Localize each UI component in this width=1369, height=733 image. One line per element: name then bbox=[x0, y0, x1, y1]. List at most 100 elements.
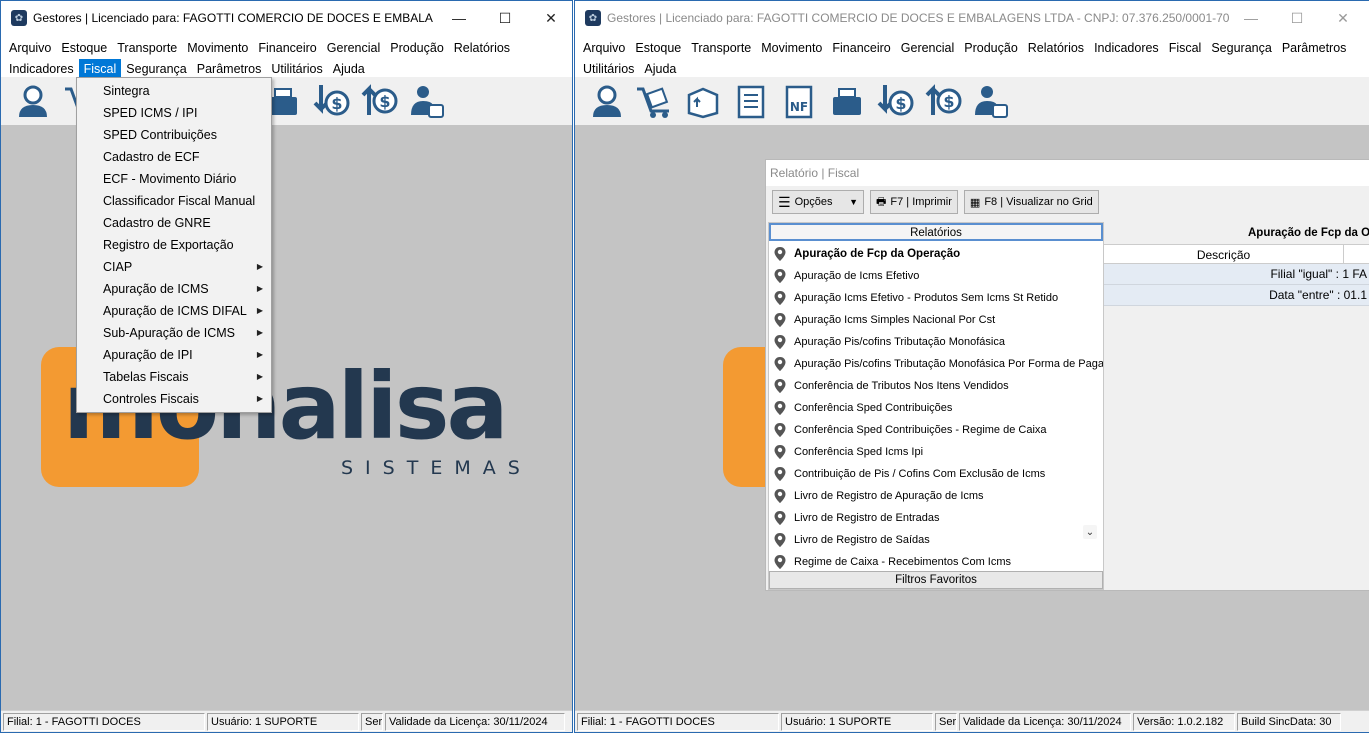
fiscal-menu-item[interactable]: Sintegra bbox=[77, 80, 271, 102]
location-pin-icon bbox=[774, 489, 786, 503]
report-list-item[interactable]: Apuração de Icms Efetivo bbox=[769, 265, 1103, 287]
report-list-item[interactable]: Apuração Pis/cofins Tributação Monofásic… bbox=[769, 353, 1103, 375]
menu-producao[interactable]: Produção bbox=[959, 38, 1023, 58]
toolbar-right-icons: $ $ bbox=[259, 79, 451, 123]
view-grid-button[interactable]: ▦ F8 | Visualizar no Grid bbox=[963, 190, 1099, 214]
fiscal-menu-item[interactable]: Apuração de ICMS DIFAL ▶ bbox=[77, 300, 271, 322]
menu-icon: ☰ bbox=[778, 193, 791, 210]
scroll-down-icon[interactable]: ⌄ bbox=[1083, 525, 1097, 539]
report-list-item[interactable]: Contribuição de Pis / Cofins Com Exclusã… bbox=[769, 463, 1103, 485]
print-button[interactable]: 🖶 F7 | Imprimir bbox=[870, 190, 958, 214]
cash-register-icon[interactable] bbox=[823, 79, 871, 123]
menu-relatorios[interactable]: Relatórios bbox=[449, 38, 515, 58]
status-server: Ser bbox=[935, 712, 957, 731]
menu-fiscal[interactable]: Fiscal bbox=[1164, 38, 1207, 58]
report-list-item[interactable]: Apuração de Fcp da Operação bbox=[769, 243, 1103, 265]
user-icon[interactable] bbox=[9, 79, 57, 123]
menu-estoque[interactable]: Estoque bbox=[56, 38, 112, 58]
menu-gerencial[interactable]: Gerencial bbox=[896, 38, 960, 58]
svg-text:NF: NF bbox=[790, 100, 808, 114]
fiscal-menu-item[interactable]: Cadastro de GNRE bbox=[77, 212, 271, 234]
report-list-item[interactable]: Livro de Registro de Saídas bbox=[769, 529, 1103, 551]
report-list-item[interactable]: Conferência de Tributos Nos Itens Vendid… bbox=[769, 375, 1103, 397]
report-list-item[interactable]: Regime de Caixa - Recebimentos Com Icms bbox=[769, 551, 1103, 571]
location-pin-icon bbox=[774, 379, 786, 393]
close-button[interactable]: ✕ bbox=[1320, 1, 1366, 35]
fiscal-menu-item[interactable]: Sub-Apuração de ICMS ▶ bbox=[77, 322, 271, 344]
menu-indicadores[interactable]: Indicadores bbox=[4, 59, 79, 79]
fiscal-menu-item[interactable]: Tabelas Fiscais ▶ bbox=[77, 366, 271, 388]
fiscal-menu-item[interactable]: Registro de Exportação bbox=[77, 234, 271, 256]
minimize-button[interactable]: — bbox=[436, 1, 482, 35]
title-bar: ✿ Gestores | Licenciado para: FAGOTTI CO… bbox=[575, 1, 1369, 35]
svg-text:$: $ bbox=[331, 94, 342, 113]
fiscal-menu-item[interactable]: CIAP ▶ bbox=[77, 256, 271, 278]
fiscal-menu-item[interactable]: SPED Contribuições bbox=[77, 124, 271, 146]
submenu-arrow-icon: ▶ bbox=[256, 284, 263, 293]
report-list-item[interactable]: Apuração Icms Efetivo - Produtos Sem Icm… bbox=[769, 287, 1103, 309]
menu-transporte[interactable]: Transporte bbox=[112, 38, 182, 58]
menu-seguranca[interactable]: Segurança bbox=[1206, 38, 1276, 58]
menu-movimento[interactable]: Movimento bbox=[182, 38, 253, 58]
fiscal-menu-item[interactable]: Cadastro de ECF bbox=[77, 146, 271, 168]
nf-invoice-icon[interactable]: NF bbox=[775, 79, 823, 123]
location-pin-icon bbox=[774, 269, 786, 283]
fiscal-menu-item[interactable]: Controles Fiscais ▶ bbox=[77, 388, 271, 410]
money-out-icon[interactable]: $ bbox=[919, 79, 967, 123]
reports-header[interactable]: Relatórios bbox=[769, 223, 1103, 241]
menu-indicadores[interactable]: Indicadores bbox=[1089, 38, 1164, 58]
minimize-button[interactable]: — bbox=[1228, 1, 1274, 35]
report-list-item[interactable]: Livro de Registro de Entradas bbox=[769, 507, 1103, 529]
report-list-item[interactable]: Apuração Pis/cofins Tributação Monofásic… bbox=[769, 331, 1103, 353]
fiscal-menu-item[interactable]: Classificador Fiscal Manual bbox=[77, 190, 271, 212]
menu-estoque[interactable]: Estoque bbox=[630, 38, 686, 58]
menu-parametros[interactable]: Parâmetros bbox=[192, 59, 267, 79]
money-in-icon[interactable]: $ bbox=[307, 79, 355, 123]
menu-ajuda[interactable]: Ajuda bbox=[639, 59, 681, 79]
report-title: Relatório | Fiscal bbox=[766, 160, 1369, 186]
menu-financeiro[interactable]: Financeiro bbox=[253, 38, 321, 58]
fiscal-menu-item[interactable]: Apuração de ICMS ▶ bbox=[77, 278, 271, 300]
close-button[interactable]: ✕ bbox=[528, 1, 572, 35]
menu-movimento[interactable]: Movimento bbox=[756, 38, 827, 58]
report-list-item[interactable]: Conferência Sped Contribuições bbox=[769, 397, 1103, 419]
fiscal-menu-item[interactable]: SPED ICMS / IPI bbox=[77, 102, 271, 124]
location-pin-icon bbox=[774, 291, 786, 305]
menu-transporte[interactable]: Transporte bbox=[686, 38, 756, 58]
maximize-button[interactable]: ☐ bbox=[1274, 1, 1320, 35]
right-window: ✿ Gestores | Licenciado para: FAGOTTI CO… bbox=[574, 0, 1369, 733]
menu-ajuda[interactable]: Ajuda bbox=[328, 59, 370, 79]
menu-fiscal[interactable]: Fiscal bbox=[78, 58, 122, 79]
menu-gerencial[interactable]: Gerencial bbox=[322, 38, 386, 58]
menu-financeiro[interactable]: Financeiro bbox=[827, 38, 895, 58]
menu-utilitarios[interactable]: Utilitários bbox=[578, 59, 639, 79]
money-in-icon[interactable]: $ bbox=[871, 79, 919, 123]
report-list-item[interactable]: Conferência Sped Contribuições - Regime … bbox=[769, 419, 1103, 441]
favorite-filters-button[interactable]: Filtros Favoritos bbox=[769, 571, 1103, 589]
fiscal-menu-item[interactable]: Apuração de IPI ▶ bbox=[77, 344, 271, 366]
box-icon[interactable] bbox=[679, 79, 727, 123]
report-list-item[interactable]: Livro de Registro de Apuração de Icms bbox=[769, 485, 1103, 507]
document-icon[interactable] bbox=[727, 79, 775, 123]
menu-parametros[interactable]: Parâmetros bbox=[1277, 38, 1352, 58]
filter-row[interactable]: Data "entre" : 01.1 bbox=[1104, 285, 1369, 306]
submenu-arrow-icon: ▶ bbox=[256, 350, 263, 359]
fiscal-menu-item[interactable]: ECF - Movimento Diário bbox=[77, 168, 271, 190]
menu-producao[interactable]: Produção bbox=[385, 38, 449, 58]
menu-utilitarios[interactable]: Utilitários bbox=[266, 59, 327, 79]
filter-row[interactable]: Filial "igual" : 1 FA bbox=[1104, 264, 1369, 285]
user-lock-icon[interactable] bbox=[967, 79, 1015, 123]
printer-icon: 🖶 bbox=[876, 195, 887, 208]
cart-icon[interactable] bbox=[631, 79, 679, 123]
menu-seguranca[interactable]: Segurança bbox=[121, 59, 191, 79]
menu-relatorios[interactable]: Relatórios bbox=[1023, 38, 1089, 58]
user-icon[interactable] bbox=[583, 79, 631, 123]
money-out-icon[interactable]: $ bbox=[355, 79, 403, 123]
maximize-button[interactable]: ☐ bbox=[482, 1, 528, 35]
options-button[interactable]: ☰ Opções ▼ bbox=[772, 190, 864, 214]
menu-arquivo[interactable]: Arquivo bbox=[578, 38, 630, 58]
report-list-item[interactable]: Apuração Icms Simples Nacional Por Cst bbox=[769, 309, 1103, 331]
menu-arquivo[interactable]: Arquivo bbox=[4, 38, 56, 58]
user-lock-icon[interactable] bbox=[403, 79, 451, 123]
report-list-item[interactable]: Conferência Sped Icms Ipi bbox=[769, 441, 1103, 463]
